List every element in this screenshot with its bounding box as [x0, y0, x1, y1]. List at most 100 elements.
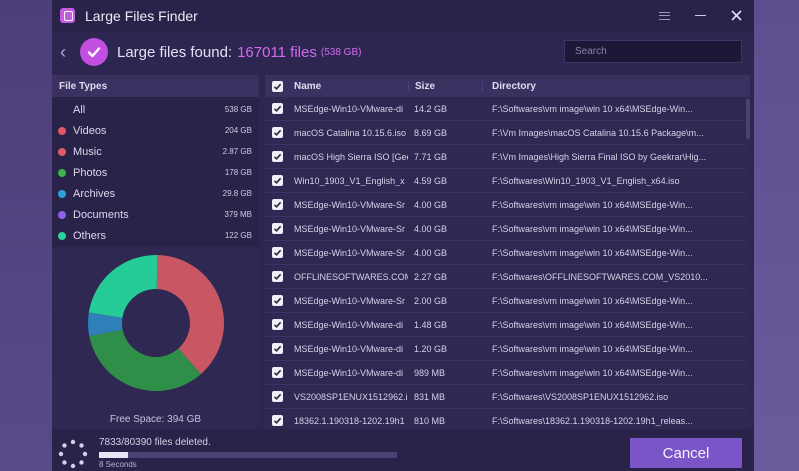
free-space-label: Free Space: 394 GB — [109, 414, 202, 425]
file-type-music[interactable]: Music 2.87 GB — [52, 141, 259, 162]
minimize-button[interactable] — [692, 8, 708, 24]
table-row[interactable]: MSEdge-Win10-VMware-Sr 2.00 GB F:\Software… — [265, 289, 750, 313]
table-row[interactable]: MSEdge-Win10-VMware-di 1.20 GB F:\Software… — [265, 337, 750, 361]
file-name: MSEdge-Win10-VMware-Sr — [294, 295, 406, 306]
search-input[interactable] — [575, 46, 731, 57]
file-size: 8.69 GB — [414, 127, 448, 138]
file-name: MSEdge-Win10-VMware-di — [294, 103, 404, 114]
file-directory: F:\Vm Images\High Sierra Final ISO by Ge… — [492, 151, 707, 162]
file-type-size: 122 GB — [224, 231, 252, 240]
file-size: 831 MB — [414, 391, 446, 402]
row-checkbox[interactable] — [265, 175, 290, 186]
table-scrollbar[interactable] — [746, 97, 750, 429]
file-size: 2.00 GB — [414, 295, 448, 306]
row-checkbox[interactable] — [265, 127, 290, 138]
table-row[interactable]: macOS High Sierra ISO [Geek 7.71 GB F:\Vm … — [265, 145, 750, 169]
close-button[interactable] — [728, 8, 744, 24]
table-row[interactable]: MSEdge-Win10-VMware-Sr 4.00 GB F:\Software… — [265, 241, 750, 265]
file-type-others[interactable]: Others 122 GB — [52, 225, 259, 246]
file-name: macOS Catalina 10.15.6.iso — [294, 127, 407, 138]
table-row[interactable]: VS2008SP1ENUX1512962.i 831 MB F:\Softwares… — [265, 385, 750, 409]
file-type-label: Archives — [73, 187, 116, 200]
donut-segment-others — [88, 255, 158, 318]
found-count: 167011 files — [237, 43, 317, 61]
file-size: 4.00 GB — [414, 223, 448, 234]
table-body: MSEdge-Win10-VMware-di 14.2 GB F:\Software… — [265, 97, 750, 429]
file-type-all[interactable]: All 538 GB — [52, 99, 259, 120]
results-header: ‹ Large files found: 167011 files (538 G… — [52, 31, 754, 73]
file-size: 14.2 GB — [414, 103, 448, 114]
row-checkbox[interactable] — [265, 415, 290, 426]
row-checkbox[interactable] — [265, 103, 290, 114]
file-name: OFFLINESOFTWARES.COM_ — [294, 271, 408, 282]
table-row[interactable]: MSEdge-Win10-VMware-di 14.2 GB F:\Software… — [265, 97, 750, 121]
column-header-size[interactable]: Size — [408, 80, 482, 92]
file-directory: F:\Softwares\vm image\win 10 x64\MSEdge-… — [492, 247, 693, 258]
file-directory: F:\Softwares\18362.1.190318-1202.19h1_re… — [492, 415, 693, 426]
file-size: 4.59 GB — [414, 175, 448, 186]
title-bar: Large Files Finder — [52, 0, 754, 31]
row-checkbox[interactable] — [265, 247, 290, 258]
others-dot-icon — [58, 231, 66, 240]
found-size: (538 GB) — [320, 46, 362, 58]
file-directory: F:\Softwares\vm image\win 10 x64\MSEdge-… — [492, 295, 693, 306]
row-checkbox[interactable] — [265, 343, 290, 354]
storage-donut-chart — [88, 255, 224, 391]
row-checkbox[interactable] — [265, 271, 290, 282]
file-type-size: 538 GB — [224, 105, 252, 114]
file-types-panel: File Types All 538 GB Videos 204 GB Musi… — [52, 75, 259, 429]
column-header-directory[interactable]: Directory — [482, 80, 750, 92]
table-row[interactable]: OFFLINESOFTWARES.COM_ 2.27 GB F:\Softwares… — [265, 265, 750, 289]
file-type-label: Photos — [73, 166, 108, 179]
column-header-name[interactable]: Name — [290, 81, 408, 92]
scrollbar-thumb[interactable] — [746, 99, 750, 139]
file-size: 4.00 GB — [414, 247, 448, 258]
row-checkbox[interactable] — [265, 151, 290, 162]
file-type-videos[interactable]: Videos 204 GB — [52, 120, 259, 141]
table-row[interactable]: 18362.1.190318-1202.19h1 810 MB F:\Softwar… — [265, 409, 750, 429]
file-name: MSEdge-Win10-VMware-Sr — [294, 223, 406, 234]
checkmark-icon — [80, 38, 108, 66]
window-controls — [656, 0, 744, 31]
cancel-button[interactable]: Cancel — [630, 438, 742, 468]
documents-dot-icon — [58, 210, 66, 219]
file-type-documents[interactable]: Documents 379 MB — [52, 204, 259, 225]
file-directory: F:\Softwares\VS2008SP1ENUX1512962.iso — [492, 391, 669, 402]
table-row[interactable]: Win10_1903_V1_English_x 4.59 GB F:\Softwar… — [265, 169, 750, 193]
archives-dot-icon — [58, 189, 66, 198]
file-directory: F:\Vm Images\macOS Catalina 10.15.6 Pack… — [492, 127, 704, 138]
row-checkbox[interactable] — [265, 295, 290, 306]
file-size: 1.20 GB — [414, 343, 448, 354]
row-checkbox[interactable] — [265, 367, 290, 378]
file-size: 810 MB — [414, 415, 446, 426]
table-row[interactable]: MSEdge-Win10-VMware-di 989 MB F:\Softwares… — [265, 361, 750, 385]
menu-button[interactable] — [656, 8, 672, 24]
file-directory: F:\Softwares\vm image\win 10 x64\MSEdge-… — [492, 199, 693, 210]
videos-dot-icon — [58, 126, 66, 135]
progress-fill — [99, 452, 129, 458]
table-row[interactable]: macOS Catalina 10.15.6.iso 8.69 GB F:\Vm I… — [265, 121, 750, 145]
spinner-icon — [58, 439, 88, 469]
donut-segment-photos — [89, 329, 201, 391]
table-row[interactable]: MSEdge-Win10-VMware-di 1.48 GB F:\Software… — [265, 313, 750, 337]
row-checkbox[interactable] — [265, 223, 290, 234]
select-all-checkbox[interactable] — [265, 80, 290, 92]
search-box[interactable] — [564, 40, 742, 63]
row-checkbox[interactable] — [265, 199, 290, 210]
file-type-size: 379 MB — [224, 210, 252, 219]
back-arrow-icon[interactable]: ‹ — [60, 42, 72, 63]
progress-bar — [99, 452, 397, 458]
table-row[interactable]: MSEdge-Win10-VMware-Sr 4.00 GB F:\Software… — [265, 193, 750, 217]
row-checkbox[interactable] — [265, 319, 290, 330]
file-size: 1.48 GB — [414, 319, 448, 330]
file-name: MSEdge-Win10-VMware-di — [294, 343, 404, 354]
file-name: Win10_1903_V1_English_x — [294, 175, 405, 186]
file-type-label: Documents — [73, 208, 129, 221]
row-checkbox[interactable] — [265, 391, 290, 402]
menu-icon — [658, 11, 670, 20]
file-type-archives[interactable]: Archives 29.8 GB — [52, 183, 259, 204]
table-row[interactable]: MSEdge-Win10-VMware-Sr 4.00 GB F:\Software… — [265, 217, 750, 241]
file-name: 18362.1.190318-1202.19h1 — [294, 415, 405, 426]
file-name: MSEdge-Win10-VMware-di — [294, 319, 404, 330]
file-type-photos[interactable]: Photos 178 GB — [52, 162, 259, 183]
